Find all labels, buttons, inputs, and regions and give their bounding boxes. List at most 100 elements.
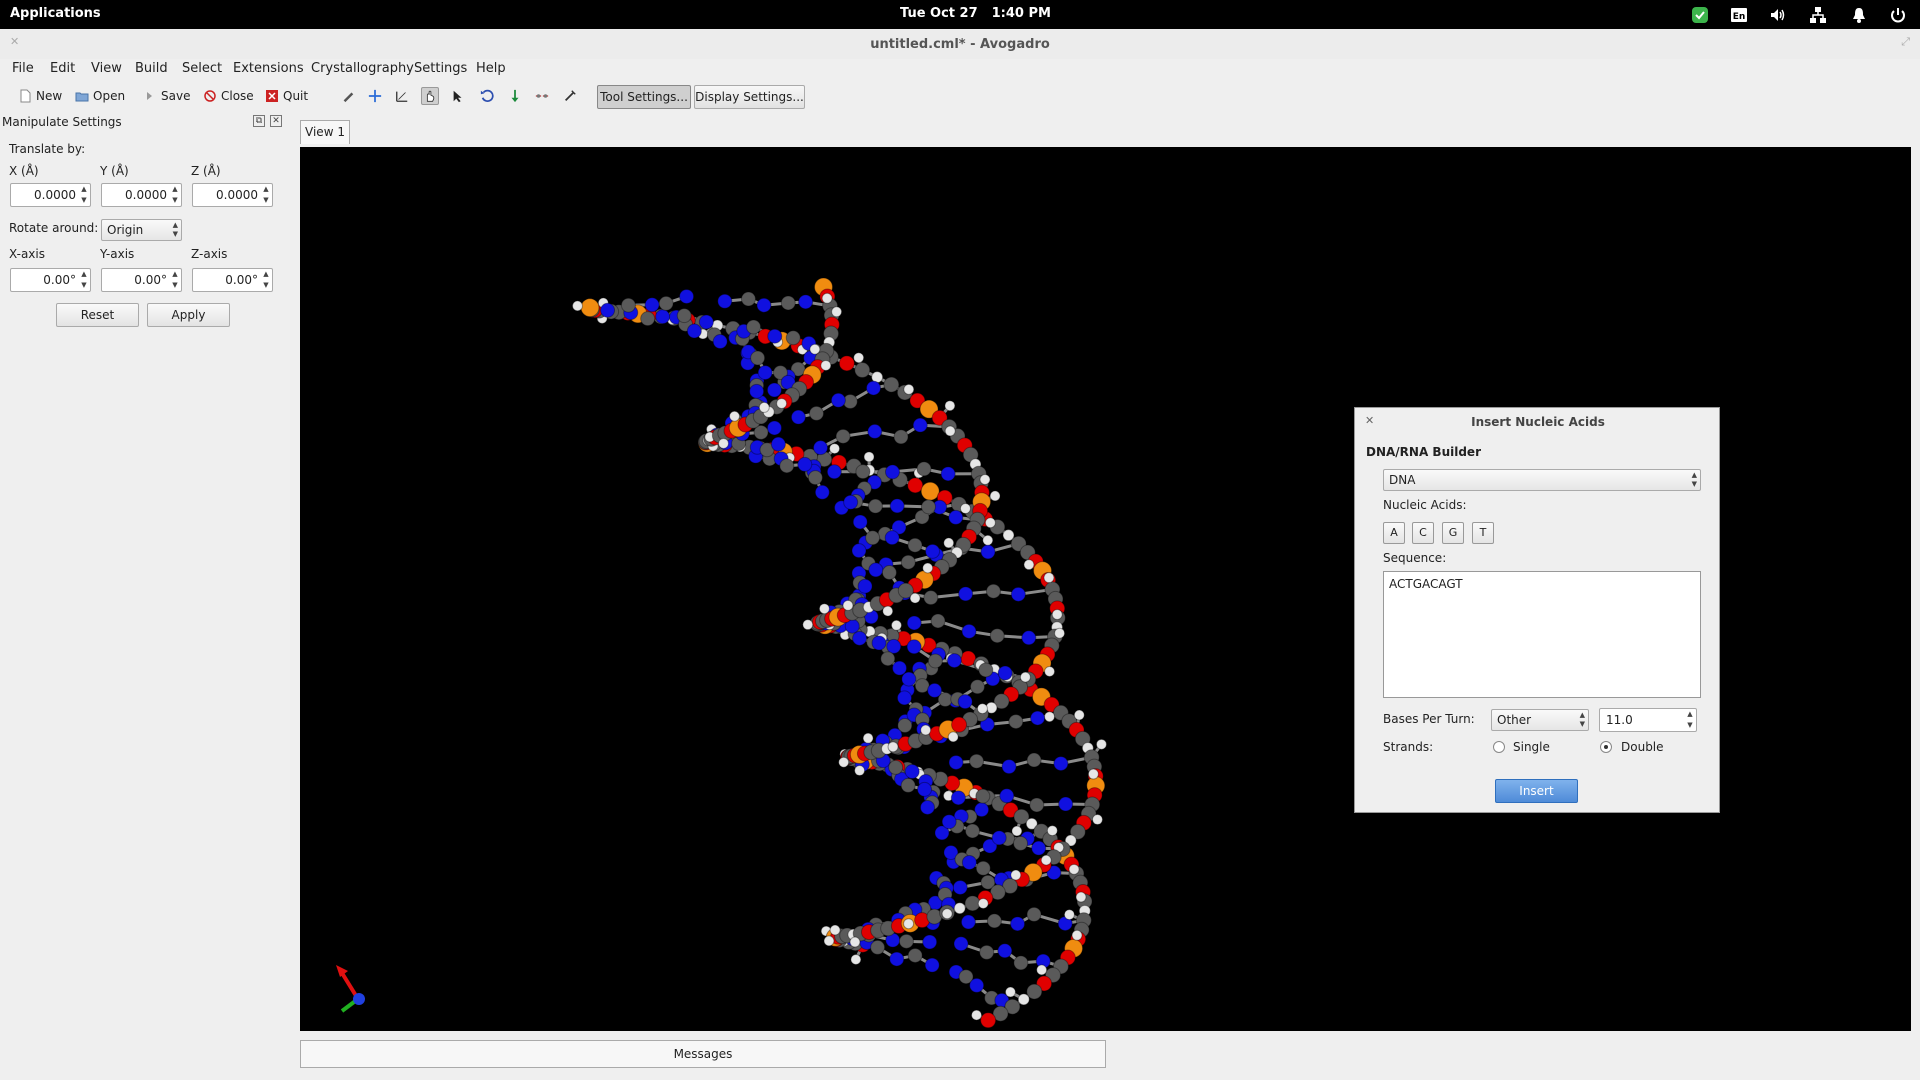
menu-view[interactable]: View [91,61,122,76]
bases-per-turn-select[interactable]: Other ▲ ▼ [1491,709,1589,731]
atom-sphere [907,537,923,553]
align-tool-icon[interactable] [506,87,524,105]
messages-panel-toggle[interactable]: Messages [300,1040,1106,1068]
display-settings-button[interactable]: Display Settings... [694,85,805,109]
navigate-tool-icon[interactable] [366,87,384,105]
network-icon[interactable] [1808,5,1828,25]
draw-tool-icon[interactable] [339,87,357,105]
atom-sphere [980,1012,997,1029]
atom-sphere [917,781,933,797]
base-c-button[interactable]: C [1412,522,1434,544]
double-strand-radio[interactable] [1600,741,1612,753]
quit-button[interactable]: Quit [265,86,308,106]
close-panel-icon[interactable]: ✕ [270,115,282,127]
insert-button[interactable]: Insert [1495,779,1578,803]
close-button[interactable]: Close [203,86,254,106]
atom-sphere [1046,825,1058,837]
atom-sphere [1013,835,1029,851]
atom-sphere [1058,796,1074,812]
menu-extensions[interactable]: Extensions [233,61,304,76]
atom-sphere [953,936,969,952]
apply-button[interactable]: Apply [147,303,230,327]
spin-arrows-icon[interactable]: ▲ ▼ [1684,709,1696,731]
atom-sphere [984,517,996,529]
atom-sphere [1031,840,1047,856]
menu-select[interactable]: Select [182,61,222,76]
rotate-y-spinbox[interactable]: 0.00° ▲ ▼ [101,268,182,292]
atom-sphere [906,639,922,655]
atom-sphere [676,308,692,324]
rotate-tool-icon[interactable] [478,87,496,105]
atom-sphere [658,295,674,311]
atom-sphere [1013,955,1029,971]
atom-sphere [925,543,941,559]
atom-sphere [1044,665,1056,677]
applications-menu[interactable]: Applications [10,6,101,21]
notifications-bell-icon[interactable] [1849,5,1869,25]
sequence-textarea[interactable]: ACTGACAGT [1383,571,1701,698]
atom-sphere [947,731,959,743]
atom-sphere [912,417,928,433]
atom-sphere [944,425,956,437]
spin-arrows-icon[interactable]: ▲ ▼ [78,269,90,291]
atom-sphere [1026,906,1042,922]
save-button[interactable]: Save [143,86,190,106]
select-tool-icon[interactable] [449,87,467,105]
base-t-button[interactable]: T [1472,522,1494,544]
spin-arrows-icon[interactable]: ▲ ▼ [260,184,272,206]
atom-sphere [820,359,832,371]
spin-arrows-icon[interactable]: ▲ ▼ [78,184,90,206]
translate-x-spinbox[interactable]: 0.0000 ▲ ▼ [10,183,91,207]
atom-sphere [863,451,875,463]
single-strand-radio[interactable] [1493,741,1505,753]
atom-sphere [865,530,881,546]
float-panel-icon[interactable]: ⧉ [253,115,265,127]
tab-view-1[interactable]: View 1 [300,120,350,144]
atom-sphere [980,544,996,560]
translate-z-spinbox[interactable]: 0.0000 ▲ ▼ [192,183,273,207]
rotate-z-spinbox[interactable]: 0.00° ▲ ▼ [192,268,273,292]
spin-arrows-icon[interactable]: ▲ ▼ [260,269,272,291]
atom-sphere [930,613,946,629]
menu-build[interactable]: Build [135,61,168,76]
bases-per-turn-spinbox[interactable]: 11.0 ▲ ▼ [1599,708,1697,732]
auto-optimize-tool-icon[interactable] [561,87,579,105]
menu-file[interactable]: File [12,61,34,76]
atom-sphere [749,383,765,399]
manipulate-tool-icon[interactable] [421,87,439,105]
measure-tool-icon[interactable] [393,87,411,105]
atom-sphere [852,630,868,646]
power-icon[interactable] [1888,5,1908,25]
volume-icon[interactable] [1768,5,1788,25]
menu-edit[interactable]: Edit [50,61,75,76]
translate-y-spinbox[interactable]: 0.0000 ▲ ▼ [101,183,182,207]
clock[interactable]: Tue Oct 27 1:40 PM [900,6,1065,21]
open-button[interactable]: Open [75,86,125,106]
tool-settings-button[interactable]: Tool Settings... [597,85,691,109]
avogadro-window: ✕ untitled.cml* - Avogadro ⤢ File Edit V… [0,29,1920,1080]
nucleic-type-select[interactable]: DNA ▲ ▼ [1383,469,1701,491]
check-shield-icon[interactable] [1690,5,1710,25]
spin-arrows-icon[interactable]: ▲ ▼ [169,269,181,291]
new-button[interactable]: New [18,86,62,106]
maximize-window-icon[interactable]: ⤢ [1901,35,1910,49]
atom-sphere [959,503,971,515]
rotate-around-label: Rotate around: [9,221,99,235]
rotate-around-combo[interactable]: Origin ▲ ▼ [101,219,182,241]
base-a-button[interactable]: A [1383,522,1405,544]
keyboard-layout-icon[interactable]: En [1729,5,1749,25]
atom-sphere [906,615,922,631]
spin-arrows-icon[interactable]: ▲ ▼ [169,184,181,206]
menu-settings[interactable]: Settings [414,61,467,76]
bond-centric-tool-icon[interactable] [533,87,551,105]
reset-button[interactable]: Reset [56,303,139,327]
atom-sphere [785,330,801,346]
atom-sphere [1075,891,1087,903]
base-g-button[interactable]: G [1442,522,1464,544]
atom-sphere [807,470,823,486]
atom-sphere [991,830,1007,846]
menu-help[interactable]: Help [476,61,506,76]
atom-sphere [884,464,900,480]
rotate-x-spinbox[interactable]: 0.00° ▲ ▼ [10,268,91,292]
menu-crystallography[interactable]: Crystallography [311,61,414,76]
